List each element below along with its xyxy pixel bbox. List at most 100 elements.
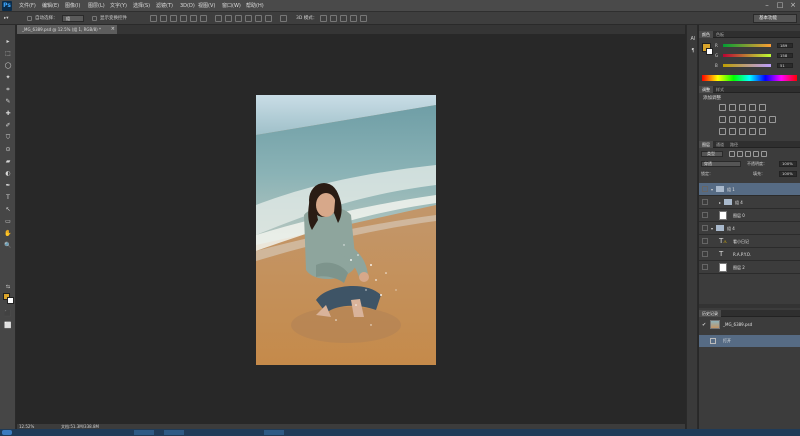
invert-icon[interactable] bbox=[719, 128, 726, 135]
filter-pixel-icon[interactable] bbox=[729, 151, 735, 157]
swap-colors-icon[interactable]: ⇆ bbox=[3, 283, 13, 292]
tab-styles[interactable]: 样式 bbox=[713, 86, 727, 93]
hue-saturation-icon[interactable] bbox=[719, 116, 726, 123]
filter-smart-object-icon[interactable] bbox=[761, 151, 767, 157]
menu-layer[interactable]: 图层(L) bbox=[88, 2, 105, 10]
curves-icon[interactable] bbox=[739, 104, 746, 111]
crop-tool-icon[interactable]: ⌗ bbox=[3, 85, 13, 94]
layer-row[interactable]: T⚠ 看小日记 bbox=[699, 235, 800, 248]
threshold-icon[interactable] bbox=[739, 128, 746, 135]
history-brush-tool-icon[interactable]: ⊙ bbox=[3, 145, 13, 154]
filter-shape-icon[interactable] bbox=[753, 151, 759, 157]
distribute-right-icon[interactable] bbox=[265, 15, 272, 22]
layer-visibility-eye-icon[interactable] bbox=[702, 264, 708, 270]
distribute-left-icon[interactable] bbox=[245, 15, 252, 22]
character-panel-icon[interactable]: AI bbox=[689, 35, 697, 43]
layer-row[interactable]: ▾ 组 4 bbox=[699, 222, 800, 235]
blend-mode-dropdown[interactable]: 穿透 bbox=[701, 161, 741, 167]
layer-name[interactable]: 组 1 bbox=[727, 183, 735, 196]
menu-filter[interactable]: 滤镜(T) bbox=[156, 2, 173, 10]
layer-filter-kind-dropdown[interactable]: 类型 bbox=[701, 151, 723, 157]
history-step-row[interactable]: 打开 bbox=[699, 335, 800, 347]
close-tab-icon[interactable]: × bbox=[111, 25, 115, 34]
layer-row[interactable]: ▾ 组 1 bbox=[699, 183, 800, 196]
layer-row[interactable]: 图层 0 bbox=[699, 209, 800, 222]
color-lookup-icon[interactable] bbox=[769, 116, 776, 123]
layer-visibility-eye-icon[interactable] bbox=[702, 238, 708, 244]
taskbar-app-icon[interactable] bbox=[164, 430, 184, 435]
background-color-swatch[interactable] bbox=[7, 297, 14, 304]
hand-tool-icon[interactable]: ✋ bbox=[3, 229, 13, 238]
menu-help[interactable]: 帮助(H) bbox=[246, 2, 264, 10]
align-left-icon[interactable] bbox=[180, 15, 187, 22]
scale-3d-icon[interactable] bbox=[360, 15, 367, 22]
green-slider[interactable] bbox=[723, 54, 771, 57]
tab-swatches[interactable]: 色板 bbox=[713, 31, 727, 38]
tab-adjustments[interactable]: 调整 bbox=[699, 86, 713, 93]
layer-row[interactable]: 图层 2 bbox=[699, 261, 800, 274]
eraser-tool-icon[interactable]: ▰ bbox=[3, 157, 13, 166]
gradient-map-icon[interactable] bbox=[749, 128, 756, 135]
taskbar-app-icon[interactable] bbox=[134, 430, 154, 435]
healing-tool-icon[interactable]: ✚ bbox=[3, 109, 13, 118]
maximize-button[interactable]: □ bbox=[775, 1, 785, 10]
menu-window[interactable]: 窗口(W) bbox=[222, 2, 241, 10]
show-transform-checkbox[interactable] bbox=[92, 16, 97, 21]
rotate-3d-icon[interactable] bbox=[320, 15, 327, 22]
red-slider[interactable] bbox=[723, 44, 771, 47]
group-expanded-chevron-icon[interactable]: ▾ bbox=[711, 183, 713, 196]
vibrance-icon[interactable] bbox=[759, 104, 766, 111]
align-bottom-icon[interactable] bbox=[170, 15, 177, 22]
color-balance-icon[interactable] bbox=[729, 116, 736, 123]
opacity-input[interactable]: 100% bbox=[779, 161, 797, 167]
exposure-icon[interactable] bbox=[749, 104, 756, 111]
layer-visibility-eye-icon[interactable] bbox=[702, 199, 708, 205]
menu-3d[interactable]: 3D(D) bbox=[180, 2, 195, 10]
start-button-icon[interactable] bbox=[2, 430, 12, 435]
red-value[interactable]: 189 bbox=[777, 43, 793, 48]
align-vcenter-icon[interactable] bbox=[160, 15, 167, 22]
brightness-contrast-icon[interactable] bbox=[719, 104, 726, 111]
distribute-top-icon[interactable] bbox=[215, 15, 222, 22]
marquee-tool-icon[interactable]: ⬚ bbox=[3, 49, 13, 58]
green-value[interactable]: 158 bbox=[777, 53, 793, 58]
document-tab[interactable]: _MG_6389.psd @ 12.5% (组 1, RGB/8) * × bbox=[17, 25, 117, 34]
roll-3d-icon[interactable] bbox=[330, 15, 337, 22]
layer-row[interactable]: ▸ 组 4 bbox=[699, 196, 800, 209]
blue-slider[interactable] bbox=[723, 64, 771, 67]
tab-history[interactable]: 历史记录 bbox=[699, 310, 721, 317]
fill-input[interactable]: 100% bbox=[779, 171, 797, 177]
minimize-button[interactable]: – bbox=[762, 1, 772, 10]
pen-tool-icon[interactable]: ✒ bbox=[3, 181, 13, 190]
group-collapsed-chevron-icon[interactable]: ▸ bbox=[719, 196, 721, 209]
move-tool-icon[interactable]: ▸ bbox=[3, 37, 13, 46]
color-spectrum-ramp[interactable] bbox=[702, 75, 797, 81]
history-snapshot-row[interactable]: ✔ _MG_6389.psd bbox=[699, 319, 800, 331]
filter-type-icon[interactable] bbox=[745, 151, 751, 157]
type-tool-icon[interactable]: T bbox=[3, 193, 13, 202]
menu-edit[interactable]: 编辑(E) bbox=[42, 2, 59, 10]
layer-visibility-eye-icon[interactable] bbox=[702, 212, 708, 218]
menu-image[interactable]: 图像(I) bbox=[65, 2, 80, 10]
snapshot-checkmark-icon[interactable]: ✔ bbox=[702, 322, 706, 328]
distribute-bottom-icon[interactable] bbox=[235, 15, 242, 22]
distribute-vcenter-icon[interactable] bbox=[225, 15, 232, 22]
slide-3d-icon[interactable] bbox=[350, 15, 357, 22]
menu-select[interactable]: 选择(S) bbox=[133, 2, 150, 10]
menu-file[interactable]: 文件(F) bbox=[19, 2, 36, 10]
layer-visibility-eye-icon[interactable] bbox=[702, 186, 708, 192]
layer-name[interactable]: R.A.P.Y.O. bbox=[733, 248, 751, 261]
tab-channels[interactable]: 通道 bbox=[713, 141, 727, 148]
screen-mode-icon[interactable]: ⬜ bbox=[3, 321, 13, 330]
posterize-icon[interactable] bbox=[729, 128, 736, 135]
photo-filter-icon[interactable] bbox=[749, 116, 756, 123]
menu-type[interactable]: 文字(Y) bbox=[110, 2, 127, 10]
auto-select-checkbox[interactable] bbox=[27, 16, 32, 21]
drag-3d-icon[interactable] bbox=[340, 15, 347, 22]
align-right-icon[interactable] bbox=[200, 15, 207, 22]
lasso-tool-icon[interactable]: ◯ bbox=[3, 61, 13, 70]
layer-visibility-eye-icon[interactable] bbox=[702, 251, 708, 257]
taskbar-app-icon[interactable] bbox=[264, 430, 284, 435]
workspace-dropdown[interactable]: 基本功能 bbox=[753, 14, 797, 23]
filter-adjustment-icon[interactable] bbox=[737, 151, 743, 157]
